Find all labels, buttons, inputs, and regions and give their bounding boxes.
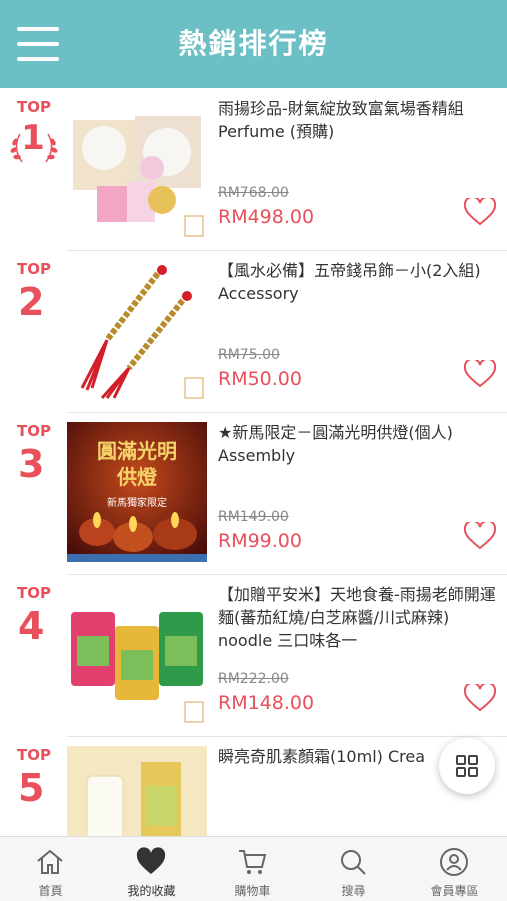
rank-number: 1	[21, 118, 45, 158]
tab-home[interactable]: 首頁	[0, 837, 101, 901]
image-title: 圓滿光明	[97, 439, 177, 463]
favorite-heart-icon[interactable]	[464, 360, 496, 388]
original-price: RM75.00	[218, 347, 280, 363]
tab-search[interactable]: 搜尋	[303, 837, 404, 901]
top-label: TOP	[17, 98, 51, 116]
rank-number: 4	[18, 604, 45, 648]
image-subtitle: 供燈	[116, 465, 158, 489]
bottom-tab-bar: 首頁 我的收藏 購物車 搜尋 會員專區	[0, 836, 507, 901]
list-item[interactable]: TOP 4 【加贈平安米】天地食養-雨揚老師開運麵(蕃茄紅燒/白芝麻醬/川式麻辣…	[0, 574, 507, 737]
rank-number: 2	[18, 280, 45, 324]
product-name[interactable]: 【加贈平安米】天地食養-雨揚老師開運麵(蕃茄紅燒/白芝麻醬/川式麻辣) nood…	[218, 583, 500, 652]
product-image[interactable]	[67, 584, 207, 724]
favorite-heart-icon[interactable]	[464, 522, 496, 550]
list-item[interactable]: TOP 2 【風水必備】五帝錢吊飾－小(2入組) Accessory RM75.…	[0, 250, 507, 413]
original-price: RM768.00	[218, 185, 289, 201]
grid-icon	[456, 755, 478, 777]
rank-number: 5	[18, 766, 45, 810]
favorite-heart-icon[interactable]	[464, 198, 496, 226]
sale-price: RM50.00	[218, 368, 302, 390]
list-item[interactable]: TOP 5 瞬亮奇肌素顏霜(10ml) Crea	[0, 736, 507, 836]
sale-price: RM99.00	[218, 530, 302, 552]
product-image[interactable]: 圓滿光明 供燈 新馬獨家限定	[67, 422, 207, 562]
sale-price: RM148.00	[218, 692, 315, 714]
tab-label: 會員專區	[430, 884, 479, 898]
product-image[interactable]	[67, 98, 207, 238]
heart-filled-icon	[136, 847, 166, 874]
product-image[interactable]	[67, 260, 207, 400]
original-price: RM149.00	[218, 509, 289, 525]
home-icon	[37, 849, 63, 874]
product-name[interactable]: ★新馬限定－圓滿光明供燈(個人) Assembly	[218, 421, 500, 467]
top-label: TOP	[17, 260, 51, 278]
search-icon	[341, 850, 366, 875]
tab-label: 我的收藏	[127, 884, 176, 898]
original-price: RM222.00	[218, 671, 289, 687]
tab-label: 首頁	[38, 884, 63, 898]
favorite-heart-icon[interactable]	[464, 684, 496, 712]
sale-price: RM498.00	[218, 206, 315, 228]
tab-cart[interactable]: 購物車	[202, 837, 303, 901]
image-tag: 新馬獨家限定	[107, 496, 167, 509]
grid-view-button[interactable]	[439, 738, 495, 794]
tab-member[interactable]: 會員專區	[404, 837, 505, 901]
top-label: TOP	[17, 422, 51, 440]
list-item[interactable]: TOP 3 圓滿光明 供燈 新馬獨家限定 ★新馬限定－圓滿光明供燈(個人) As…	[0, 412, 507, 575]
product-name[interactable]: 【風水必備】五帝錢吊飾－小(2入組) Accessory	[218, 259, 500, 305]
top-label: TOP	[17, 584, 51, 602]
tab-favorites[interactable]: 我的收藏	[101, 837, 202, 901]
tab-label: 搜尋	[341, 884, 366, 898]
product-name[interactable]: 雨揚珍品-財氣綻放致富氣場香精組 Perfume (預購)	[218, 97, 500, 143]
top-label: TOP	[17, 746, 51, 764]
rank-number: 3	[18, 442, 45, 486]
tab-label: 購物車	[234, 884, 271, 898]
product-image[interactable]	[67, 746, 207, 836]
product-name[interactable]: 瞬亮奇肌素顏霜(10ml) Crea	[218, 745, 448, 768]
list-item[interactable]: TOP 1 雨揚珍品-財氣綻放致富氣場香精組 Perfume (預購) RM76…	[0, 88, 507, 251]
user-icon	[440, 848, 468, 876]
page-title: 熱銷排行榜	[178, 27, 329, 60]
cart-icon	[239, 850, 267, 874]
app-header: 熱銷排行榜	[0, 0, 507, 88]
product-list[interactable]: TOP 1 雨揚珍品-財氣綻放致富氣場香精組 Perfume (預購) RM76…	[0, 88, 507, 836]
